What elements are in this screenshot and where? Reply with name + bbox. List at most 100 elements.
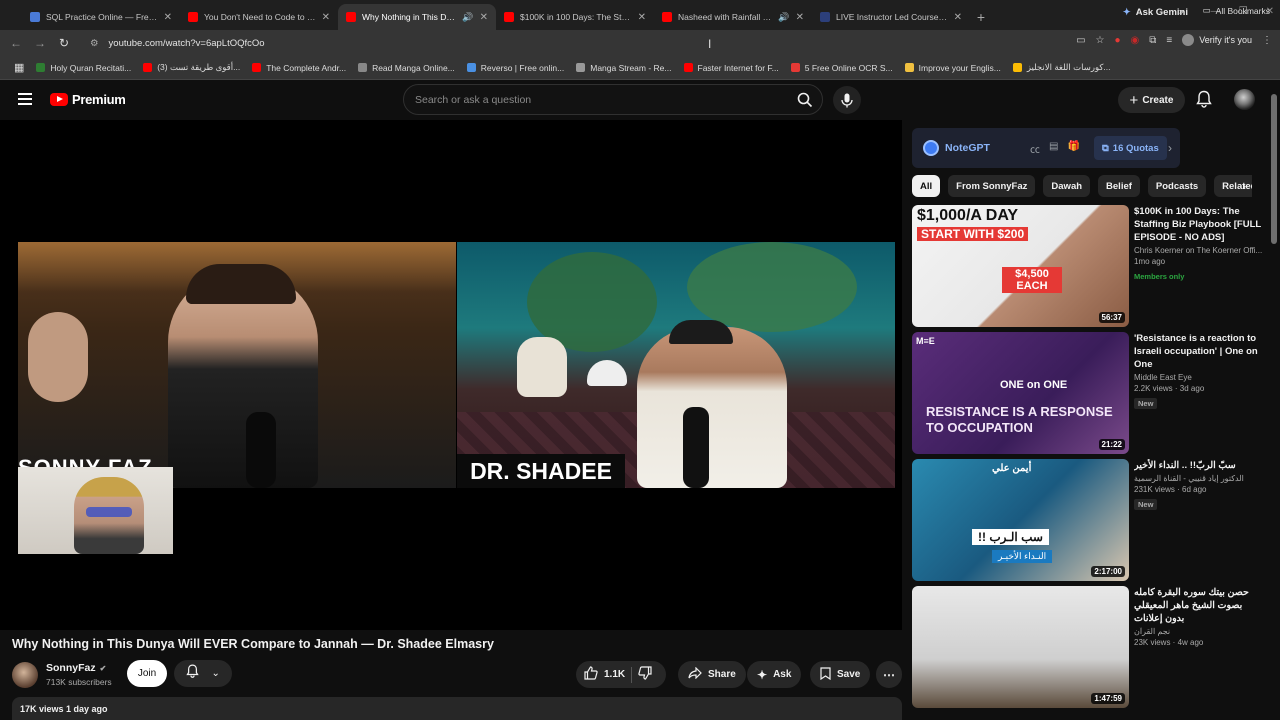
video-channel[interactable]: الدكتور إياد قنيبي - القناة الرسمية — [1134, 474, 1264, 483]
bookmark-item[interactable]: (3) أقوى طريقة تست... — [137, 62, 246, 73]
bookmarks-bar: ▦ Holy Quran Recitati... (3) أقوى طريقة … — [0, 56, 1280, 80]
video-channel[interactable]: Chris Koerner on The Koerner Offi... — [1134, 246, 1264, 255]
site-info-icon[interactable]: ⚙ — [90, 38, 99, 49]
search-icon[interactable] — [793, 88, 817, 112]
chip-from-sonnyfaz[interactable]: From SonnyFaz — [948, 175, 1036, 197]
notegpt-name[interactable]: NoteGPT — [945, 142, 990, 154]
chip-all[interactable]: All — [912, 175, 941, 197]
url-field[interactable]: ⚙ youtube.com/watch?v=6apLtOQfcOo — [84, 33, 1004, 53]
page-scrollbar[interactable] — [1270, 84, 1278, 720]
forward-icon[interactable]: → — [28, 36, 52, 50]
bookmark-star-icon[interactable]: ☆ — [1096, 35, 1105, 46]
new-tab-icon[interactable]: + — [970, 4, 992, 30]
account-avatar[interactable] — [1234, 89, 1255, 110]
ask-button[interactable]: ✦ Ask — [747, 661, 802, 688]
video-title-link[interactable]: سبّ الربّ!! .. النداء الأخير — [1134, 459, 1264, 472]
extension-record-icon[interactable]: ◉ — [1131, 35, 1140, 46]
search-input[interactable]: Search or ask a question — [403, 84, 823, 115]
recommended-video[interactable]: 1:47:59 حصن بيتك سوره البقرة كامله بصوت … — [912, 586, 1272, 708]
bookmark-item[interactable]: Read Manga Online... — [352, 63, 461, 73]
scrollbar-thumb[interactable] — [1271, 94, 1277, 244]
close-tab-icon[interactable]: ✕ — [638, 12, 646, 23]
chip-belief[interactable]: Belief — [1098, 175, 1140, 197]
close-tab-icon[interactable]: ✕ — [480, 12, 488, 23]
bookmark-item[interactable]: Manga Stream - Re... — [570, 63, 677, 73]
video-player[interactable]: SONNY FAZ DR. SHADEE — [0, 120, 902, 630]
captions-icon[interactable]: ㏄ — [1030, 141, 1040, 156]
more-actions-button[interactable]: ⋯ — [876, 661, 902, 688]
tab-title: You Don't Need to Code to Buil — [204, 12, 316, 22]
close-tab-icon[interactable]: ✕ — [796, 12, 804, 23]
channel-avatar[interactable] — [12, 662, 38, 688]
bookmark-item[interactable]: Reverso | Free onlin... — [461, 63, 570, 73]
browser-tab[interactable]: You Don't Need to Code to Buil ✕ — [180, 4, 338, 30]
bookmark-item[interactable]: كورسات اللغة الانجليز... — [1007, 62, 1117, 73]
cast-icon[interactable]: ▭ — [1076, 35, 1085, 46]
browser-tab[interactable]: SQL Practice Online — Free Inte ✕ — [22, 4, 180, 30]
video-title-link[interactable]: 'Resistance is a reaction to Israeli occ… — [1134, 332, 1264, 371]
tab-title: Why Nothing in This Dunya — [362, 12, 457, 22]
more-horizontal-icon: ⋯ — [883, 667, 895, 682]
video-thumbnail[interactable]: $1,000/A DAY START WITH $200 $4,500 EACH… — [912, 205, 1129, 327]
dislike-button[interactable] — [638, 666, 652, 683]
views-and-date[interactable]: 17K views 1 day ago — [12, 697, 902, 720]
quota-button[interactable]: ⧉ 16 Quotas — [1094, 136, 1167, 160]
video-thumbnail[interactable]: 1:47:59 — [912, 586, 1129, 708]
extension-red-icon[interactable]: ● — [1114, 35, 1120, 46]
browser-tab[interactable]: $100K in 100 Days: The Staffing ✕ — [496, 4, 654, 30]
bookmark-item[interactable]: The Complete Andr... — [246, 63, 352, 73]
youtube-premium-logo[interactable]: Premium — [50, 92, 126, 107]
audio-playing-icon[interactable]: 🔊 — [778, 12, 789, 23]
voice-search-icon[interactable] — [833, 86, 861, 114]
profile-verify-button[interactable]: Verify it's you — [1182, 34, 1252, 46]
close-tab-icon[interactable]: ✕ — [164, 12, 172, 23]
browser-tab[interactable]: Nasheed with Rainfall | Calm 🔊 ✕ — [654, 4, 812, 30]
hamburger-menu-icon[interactable] — [18, 93, 32, 105]
video-title-link[interactable]: حصن بيتك سوره البقرة كامله بصوت الشيخ ما… — [1134, 586, 1264, 625]
media-control-icon[interactable]: ≡ — [1166, 35, 1172, 46]
recommended-video[interactable]: $1,000/A DAY START WITH $200 $4,500 EACH… — [912, 205, 1272, 327]
browser-menu-icon[interactable]: ⋮ — [1262, 35, 1272, 46]
video-thumbnail[interactable]: M≡E ONE on ONE RESISTANCE IS A RESPONSE … — [912, 332, 1129, 454]
apps-grid-icon[interactable]: ▦ — [8, 61, 30, 74]
close-tab-icon[interactable]: ✕ — [954, 12, 962, 23]
gift-icon[interactable]: 🎁 — [1067, 141, 1079, 156]
share-button[interactable]: Share — [678, 661, 746, 688]
bookmark-item[interactable]: Improve your Englis... — [899, 63, 1007, 73]
bookmark-item[interactable]: 5 Free Online OCR S... — [785, 63, 899, 73]
subscription-bell-button[interactable]: ⌄ — [174, 660, 232, 687]
bookmark-item[interactable]: Holy Quran Recitati... — [30, 63, 137, 73]
like-button[interactable]: 1.1K — [584, 666, 625, 683]
bookmark-favicon-icon — [790, 63, 800, 72]
video-channel[interactable]: Middle East Eye — [1134, 373, 1264, 382]
create-button[interactable]: + Create — [1118, 87, 1185, 113]
video-meta: 'Resistance is a reaction to Israeli occ… — [1134, 332, 1264, 411]
video-thumbnail[interactable]: أيمن علي سب الـرب !! النـداء الأخيـر 2:1… — [912, 459, 1129, 581]
all-bookmarks-button[interactable]: » ▭ All Bookmarks — [1179, 5, 1270, 16]
channel-name-link[interactable]: SonnyFaz ✔ — [46, 662, 106, 674]
bookmark-favicon-icon — [143, 63, 153, 72]
notifications-bell-icon[interactable] — [1196, 90, 1212, 113]
audio-playing-icon[interactable]: 🔊 — [462, 12, 473, 23]
recommended-video[interactable]: أيمن علي سب الـرب !! النـداء الأخيـر 2:1… — [912, 459, 1272, 581]
back-icon[interactable]: ← — [4, 36, 28, 50]
save-button[interactable]: Save — [810, 661, 871, 688]
video-title-link[interactable]: $100K in 100 Days: The Staffing Biz Play… — [1134, 205, 1264, 244]
extensions-icon[interactable]: ⧉ — [1149, 35, 1156, 46]
chip-dawah[interactable]: Dawah — [1043, 175, 1091, 197]
join-button[interactable]: Join — [127, 660, 167, 687]
more-bookmarks-icon[interactable]: » — [1179, 6, 1184, 16]
chip-podcasts[interactable]: Podcasts — [1147, 175, 1207, 197]
browser-tab[interactable]: LIVE Instructor Led Course: QA ✕ — [812, 4, 970, 30]
close-tab-icon[interactable]: ✕ — [322, 12, 330, 23]
browser-tab[interactable]: Why Nothing in This Dunya 🔊 ✕ — [338, 4, 496, 30]
address-bar-actions: ▭ ☆ ● ◉ ⧉ ≡ Verify it's you ⋮ — [1076, 34, 1272, 46]
bookmark-item[interactable]: Faster Internet for F... — [678, 63, 785, 73]
transcript-icon[interactable]: ▤ — [1049, 141, 1058, 156]
video-channel[interactable]: نجم القرآن — [1134, 627, 1264, 636]
chips-next-icon[interactable]: › — [1234, 176, 1254, 196]
chevron-right-icon[interactable]: › — [1168, 141, 1172, 155]
reload-icon[interactable]: ↻ — [52, 36, 76, 50]
share-icon — [688, 666, 702, 682]
recommended-video[interactable]: M≡E ONE on ONE RESISTANCE IS A RESPONSE … — [912, 332, 1272, 454]
